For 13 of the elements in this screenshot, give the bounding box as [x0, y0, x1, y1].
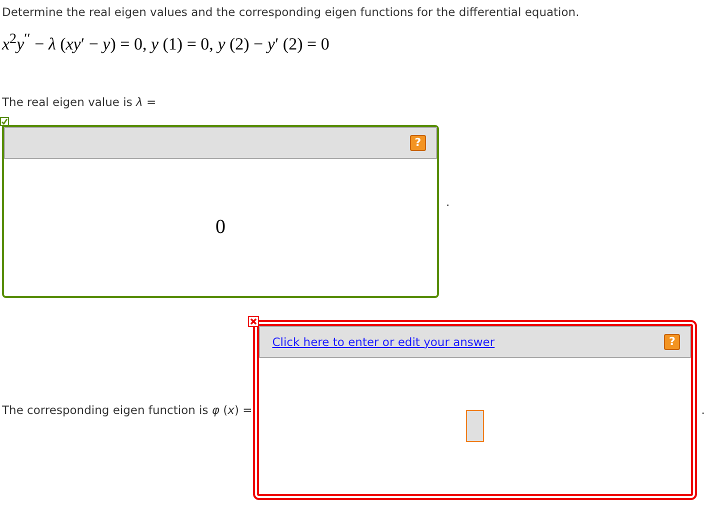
check-icon — [0, 116, 9, 126]
period-text: . — [701, 402, 705, 417]
close-icon — [248, 316, 260, 327]
instruction-text: Determine the real eigen values and the corresponding eigen functions for the differential equation. — [2, 5, 580, 19]
edit-answer-link[interactable]: Click here to enter or edit your answer — [272, 334, 495, 349]
answer-value: 0 — [216, 216, 226, 239]
differential-equation: x$^{2}$y$^{′′}$ − λ (xy′ − y) = 0, y (1) = 0, y (2) − y′ (2) = 0 — [2, 31, 330, 55]
answer-box[interactable]: ? 0 — [2, 124, 439, 298]
answer-prompt: The corresponding eigen function is φ (x) = — [2, 402, 252, 417]
answer-prompt: The real eigen value is λ = — [2, 94, 156, 109]
input-field[interactable] — [466, 410, 484, 442]
period-text: . — [446, 194, 450, 209]
answer-box[interactable]: Click here to enter or edit your answer ? — [253, 320, 698, 500]
